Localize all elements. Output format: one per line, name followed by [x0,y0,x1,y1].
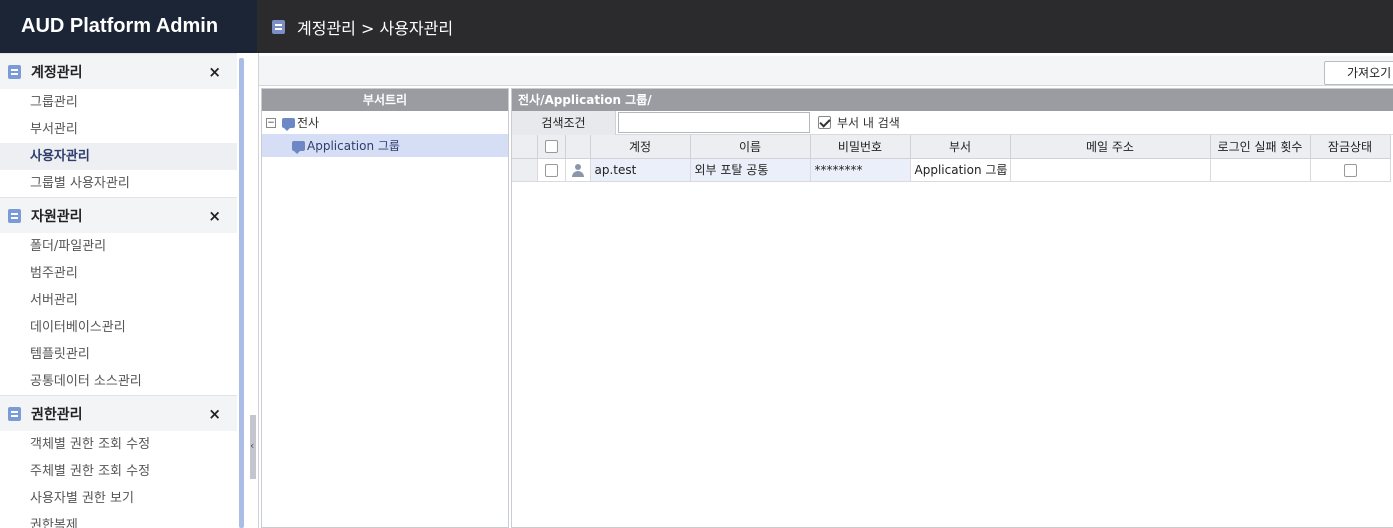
row-number-cell [512,158,538,182]
app-title: AUD Platform Admin [0,0,257,53]
cell-dept[interactable]: Application 그룹 [910,158,1011,182]
sidebar-item-template[interactable]: 템플릿관리 [0,341,237,368]
sidebar-item-group-user-mgmt[interactable]: 그룹별 사용자관리 [0,170,237,197]
sidebar-item-folder-file[interactable]: 폴더/파일관리 [0,233,237,260]
row-select-cell[interactable] [537,158,566,182]
dept-icon [292,140,305,154]
column-header-dept[interactable]: 부서 [910,135,1011,159]
sidebar-section-resource[interactable]: 자원관리 × [0,197,237,233]
sidebar-item-user-permission[interactable]: 사용자별 권한 보기 [0,485,237,512]
user-icon-cell [565,158,591,182]
select-all-checkbox[interactable] [544,140,558,154]
tree-node-label: Application 그룹 [307,139,400,153]
tree-node-application-group[interactable]: Application 그룹 [262,134,508,157]
dept-tree-panel: 부서트리 − 전사 Application 그룹 [261,88,509,528]
cell-password[interactable]: ******** [810,158,911,182]
row-number-header [512,135,538,159]
document-icon [272,19,285,34]
icon-header [565,135,591,159]
search-label: 검색조건 [512,110,616,135]
search-bar: 검색조건 부서 내 검색 [512,110,1393,135]
sidebar-section-permission[interactable]: 권한관리 × [0,395,237,431]
main-content: 가져오기 부서트리 − 전사 Application 그룹 전사/Applica… [258,53,1393,528]
document-icon [8,64,21,79]
toolbar: 가져오기 [259,56,1393,86]
sidebar-item-dept-mgmt[interactable]: 부서관리 [0,116,237,143]
dept-icon [282,117,295,131]
sidebar-item-category[interactable]: 범주관리 [0,260,237,287]
cell-login-fail[interactable] [1210,158,1311,182]
sidebar-item-object-permission[interactable]: 객체별 권한 조회 수정 [0,431,237,458]
column-header-email[interactable]: 메일 주소 [1010,135,1211,159]
sidebar-item-common-datasource[interactable]: 공통데이터 소스관리 [0,368,237,395]
column-header-account[interactable]: 계정 [590,135,691,159]
user-table: 계정 이름 비밀번호 부서 메일 주소 로그인 실패 횟수 잠금상태 ap.te… [512,135,1391,182]
collapse-icon[interactable]: − [266,117,276,128]
sidebar-scrollbar[interactable] [239,58,244,528]
column-header-name[interactable]: 이름 [690,135,811,159]
sidebar-item-group-mgmt[interactable]: 그룹관리 [0,89,237,116]
cell-lock[interactable] [1310,158,1391,182]
close-icon[interactable]: × [208,405,221,423]
cell-name[interactable]: 외부 포탈 공통 [690,158,811,182]
in-dept-search-label: 부서 내 검색 [837,116,900,130]
section-title: 권한관리 [31,406,83,423]
cell-account[interactable]: ap.test [590,158,691,182]
user-grid-panel: 전사/Application 그룹/ 검색조건 부서 내 검색 계정 이름 비밀… [511,88,1393,528]
breadcrumb-text: 계정관리 > 사용자관리 [297,18,454,38]
cell-email[interactable] [1010,158,1211,182]
section-title: 자원관리 [31,208,83,225]
sidebar-item-user-mgmt[interactable]: 사용자관리 [0,143,237,170]
column-header-lock[interactable]: 잠금상태 [1310,135,1391,159]
select-all-header[interactable] [537,135,566,159]
section-title: 계정관리 [31,64,83,81]
sidebar-item-database[interactable]: 데이터베이스관리 [0,314,237,341]
sidebar-item-permission-copy[interactable]: 권한복제 [0,512,237,528]
chevron-left-icon: ‹ [250,439,255,452]
document-icon [8,208,21,223]
user-icon [571,163,585,177]
import-button[interactable]: 가져오기 [1324,61,1393,85]
row-checkbox[interactable] [544,163,558,177]
dept-path-header: 전사/Application 그룹/ [512,89,1393,111]
close-icon[interactable]: × [208,207,221,225]
table-header-row: 계정 이름 비밀번호 부서 메일 주소 로그인 실패 횟수 잠금상태 [512,135,1391,159]
sidebar-collapse-handle[interactable]: ‹ [250,415,256,479]
column-header-login-fail[interactable]: 로그인 실패 횟수 [1210,135,1311,159]
in-dept-search-checkbox[interactable] [818,116,831,129]
search-input[interactable] [618,112,810,133]
sidebar-item-server[interactable]: 서버관리 [0,287,237,314]
close-icon[interactable]: × [208,63,221,81]
column-header-password[interactable]: 비밀번호 [810,135,911,159]
tree-node-root[interactable]: − 전사 [262,111,508,134]
document-icon [8,406,21,421]
breadcrumb: 계정관리 > 사용자관리 [272,0,453,53]
lock-checkbox[interactable] [1343,163,1357,177]
in-dept-search-toggle[interactable]: 부서 내 검색 [818,114,900,131]
sidebar-item-subject-permission[interactable]: 주체별 권한 조회 수정 [0,458,237,485]
tree-node-label: 전사 [297,116,320,130]
sidebar: 계정관리 × 그룹관리 부서관리 사용자관리 그룹별 사용자관리 자원관리 × … [0,53,237,528]
sidebar-section-account[interactable]: 계정관리 × [0,53,237,89]
dept-tree-header: 부서트리 [262,89,508,111]
table-row[interactable]: ap.test 외부 포탈 공통 ******** Application 그룹 [512,158,1391,182]
top-bar: AUD Platform Admin 계정관리 > 사용자관리 [0,0,1393,53]
